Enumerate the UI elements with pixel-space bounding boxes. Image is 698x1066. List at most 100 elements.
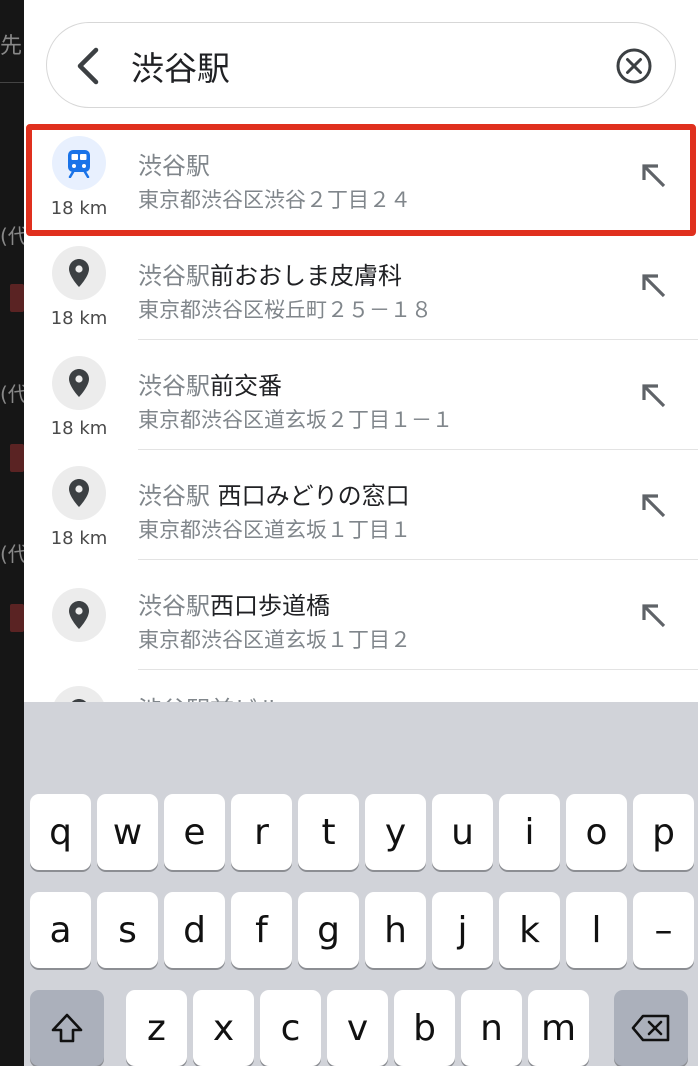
key-j[interactable]: j <box>432 892 493 968</box>
result-title: 渋谷駅 <box>138 146 210 181</box>
key-q[interactable]: q <box>30 794 91 870</box>
result-item[interactable]: 18 km 渋谷駅前おおしま皮膚科 東京都渋谷区桜丘町２５－１８ <box>24 230 698 340</box>
fill-query-button[interactable] <box>640 382 668 410</box>
result-item[interactable]: 18 km 渋谷駅 東京都渋谷区渋谷２丁目２４ <box>24 120 698 230</box>
background-text: 先 <box>0 34 23 59</box>
result-title-match: 渋谷駅 <box>138 262 210 290</box>
fill-query-button[interactable] <box>640 272 668 300</box>
backspace-icon <box>631 1014 670 1042</box>
key-z[interactable]: z <box>126 990 187 1066</box>
key-dash[interactable]: – <box>633 892 694 968</box>
key-p[interactable]: p <box>633 794 694 870</box>
shift-key[interactable] <box>30 990 104 1066</box>
key-x[interactable]: x <box>193 990 254 1066</box>
arrow-up-left-icon <box>642 274 666 298</box>
result-title-rest: 前交番 <box>210 372 282 400</box>
result-title-rest: 前おおしま皮膚科 <box>210 262 402 290</box>
key-b[interactable]: b <box>394 990 455 1066</box>
key-v[interactable]: v <box>327 990 388 1066</box>
result-item[interactable]: 18 km 渋谷駅前交番 東京都渋谷区道玄坂２丁目１－１ <box>24 340 698 450</box>
result-address: 東京都渋谷区道玄坂１丁目１ <box>138 518 411 542</box>
result-address: 東京都渋谷区道玄坂２丁目１－１ <box>138 408 453 432</box>
result-title: 渋谷駅前ビル <box>138 690 282 702</box>
chevron-left-icon <box>77 47 99 85</box>
place-pin-icon <box>69 259 89 287</box>
key-w[interactable]: w <box>97 794 158 870</box>
key-c[interactable]: c <box>260 990 321 1066</box>
key-u[interactable]: u <box>432 794 493 870</box>
result-title-match: 渋谷駅 <box>138 592 210 620</box>
search-sheet: 18 km 渋谷駅 東京都渋谷区渋谷２丁目２４ 18 km 渋谷駅前おおしま皮膚… <box>24 0 698 702</box>
train-icon <box>68 150 90 178</box>
fill-query-button[interactable] <box>640 162 668 190</box>
keyboard-row-1: q w e r t y u i o p <box>24 794 698 870</box>
background-text: (代 <box>0 224 24 248</box>
result-title: 渋谷駅前おおしま皮膚科 <box>138 256 402 291</box>
key-h[interactable]: h <box>365 892 426 968</box>
back-button[interactable] <box>69 44 109 88</box>
background-divider <box>0 82 24 83</box>
place-pin-icon <box>69 601 89 629</box>
key-l[interactable]: l <box>566 892 627 968</box>
result-title: 渋谷駅西口歩道橋 <box>138 586 330 621</box>
key-s[interactable]: s <box>97 892 158 968</box>
place-pin-icon <box>69 369 89 397</box>
key-k[interactable]: k <box>499 892 560 968</box>
keyboard-row-2: a s d f g h j k l – <box>24 892 698 968</box>
result-title: 渋谷駅前交番 <box>138 366 282 401</box>
result-icon <box>52 686 106 702</box>
result-distance: 18 km <box>50 308 108 329</box>
result-address: 東京都渋谷区桜丘町２５－１８ <box>138 298 432 322</box>
result-title-match: 渋谷駅 <box>138 372 210 400</box>
onscreen-keyboard: q w e r t y u i o p a s d f g h j k l – … <box>24 702 698 1066</box>
key-e[interactable]: e <box>164 794 225 870</box>
arrow-up-left-icon <box>642 384 666 408</box>
result-icon <box>52 588 106 642</box>
result-title-match: 渋谷駅 <box>138 482 210 510</box>
key-r[interactable]: r <box>231 794 292 870</box>
key-o[interactable]: o <box>566 794 627 870</box>
search-results-list: 18 km 渋谷駅 東京都渋谷区渋谷２丁目２４ 18 km 渋谷駅前おおしま皮膚… <box>24 120 698 702</box>
result-distance: 18 km <box>50 528 108 549</box>
background-text: (代 <box>0 542 24 566</box>
fill-query-button[interactable] <box>640 602 668 630</box>
arrow-up-left-icon <box>642 494 666 518</box>
result-item[interactable]: 18 km 渋谷駅 西口みどりの窓口 東京都渋谷区道玄坂１丁目１ <box>24 450 698 560</box>
key-n[interactable]: n <box>461 990 522 1066</box>
key-g[interactable]: g <box>298 892 359 968</box>
keyboard-row-3: z x c v b n m <box>24 990 698 1066</box>
result-distance: 18 km <box>50 198 108 219</box>
result-address: 東京都渋谷区道玄坂１丁目２ <box>138 628 411 652</box>
result-item-partial[interactable]: 渋谷駅前ビル <box>24 670 698 702</box>
fill-query-button[interactable] <box>640 492 668 520</box>
key-d[interactable]: d <box>164 892 225 968</box>
result-distance: 18 km <box>50 418 108 439</box>
clear-search-button[interactable] <box>615 47 653 85</box>
result-item[interactable]: 渋谷駅西口歩道橋 東京都渋谷区道玄坂１丁目２ <box>24 560 698 670</box>
result-icon <box>52 136 106 190</box>
background-thumbnail <box>10 444 24 472</box>
arrow-up-left-icon <box>642 164 666 188</box>
key-m[interactable]: m <box>528 990 589 1066</box>
result-icon <box>52 246 106 300</box>
result-address: 東京都渋谷区渋谷２丁目２４ <box>138 188 411 212</box>
result-icon <box>52 466 106 520</box>
search-input[interactable] <box>131 41 591 91</box>
key-y[interactable]: y <box>365 794 426 870</box>
backspace-key[interactable] <box>614 990 688 1066</box>
search-bar <box>46 22 676 108</box>
place-pin-icon <box>69 479 89 507</box>
background-thumbnail <box>10 604 24 632</box>
key-a[interactable]: a <box>30 892 91 968</box>
arrow-up-left-icon <box>642 604 666 628</box>
shift-icon <box>51 1013 83 1043</box>
key-i[interactable]: i <box>499 794 560 870</box>
background-text: (代 <box>0 382 24 406</box>
key-f[interactable]: f <box>231 892 292 968</box>
key-t[interactable]: t <box>298 794 359 870</box>
result-title-match: 渋谷駅 <box>138 152 210 180</box>
result-icon <box>52 356 106 410</box>
result-title-rest: 西口歩道橋 <box>210 592 330 620</box>
close-circle-icon <box>616 48 652 84</box>
result-title: 渋谷駅 西口みどりの窓口 <box>138 476 410 511</box>
